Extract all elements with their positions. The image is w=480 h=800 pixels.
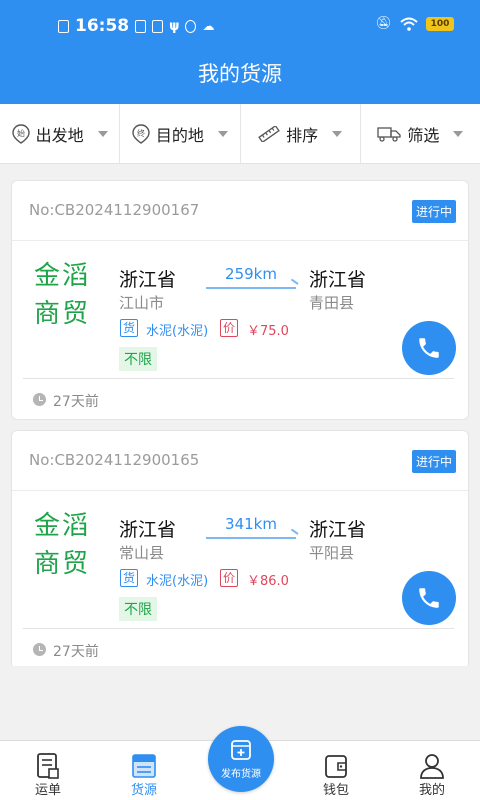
filter-origin-label: 出发地 xyxy=(35,125,84,145)
call-button[interactable] xyxy=(402,571,456,625)
goods-type: 水泥(水泥) xyxy=(146,574,209,589)
goods-tag: 货 xyxy=(120,569,138,587)
company-logo: 金滔 商贸 xyxy=(34,511,91,579)
origin-city: 江山市 xyxy=(119,294,165,312)
filter-screen[interactable]: 筛选 xyxy=(361,104,480,163)
filter-bar: 始 出发地 终 目的地 排序 筛选 xyxy=(0,104,480,164)
origin-city: 常山县 xyxy=(119,544,165,562)
clipboard-icon xyxy=(135,19,147,33)
call-button[interactable] xyxy=(402,321,456,375)
cargo-card[interactable]: No:CB2024112900167 进行中 金滔 商贸 浙江省 江山市 259… xyxy=(11,180,469,420)
tab-waybill[interactable]: 运单 xyxy=(0,741,96,800)
ruler-icon xyxy=(258,125,280,142)
tab-waybill-label: 运单 xyxy=(34,783,61,798)
order-number: No:CB2024112900167 xyxy=(29,201,200,219)
origin-icon: 始 xyxy=(11,123,30,144)
cargo-list[interactable]: No:CB2024112900167 进行中 金滔 商贸 浙江省 江山市 259… xyxy=(0,164,480,666)
filter-destination-label: 目的地 xyxy=(155,125,204,145)
card-footer: 27天前 xyxy=(23,378,454,418)
svg-text:始: 始 xyxy=(17,128,25,138)
route-arrow-icon xyxy=(206,537,296,539)
phone-icon xyxy=(419,338,439,358)
tab-profile[interactable]: 我的 xyxy=(384,741,480,800)
status-bar: 16:58 ψ ☁ 🔕︎ 100 xyxy=(0,0,480,52)
route-distance: 341km xyxy=(225,515,277,533)
status-badge: 进行中 xyxy=(411,200,456,223)
origin-province: 浙江省 xyxy=(119,269,177,291)
tab-cargo-label: 货源 xyxy=(130,783,157,798)
wallet-icon xyxy=(325,755,347,778)
company-logo: 金滔 商贸 xyxy=(34,261,91,329)
page-title: 我的货源 xyxy=(0,52,480,104)
clock-icon xyxy=(33,643,46,656)
destination-icon: 终 xyxy=(132,123,150,144)
goods-type: 水泥(水泥) xyxy=(146,324,209,339)
publish-cargo-button[interactable]: 发布货源 xyxy=(208,726,274,792)
vehicle-limit-badge: 不限 xyxy=(119,597,157,621)
mute-icon: 🔕︎ xyxy=(375,16,392,31)
cargo-icon xyxy=(132,754,156,778)
filter-origin[interactable]: 始 出发地 xyxy=(0,104,121,163)
chevron-down-icon xyxy=(217,130,228,137)
battery-icon: 100 xyxy=(426,16,454,31)
media-icon xyxy=(185,19,197,33)
user-icon xyxy=(420,754,444,779)
route-arrow-icon xyxy=(206,287,296,289)
tab-profile-label: 我的 xyxy=(418,783,445,798)
destination-city: 平阳县 xyxy=(309,544,355,562)
card-header: No:CB2024112900165 进行中 xyxy=(12,431,468,491)
filter-sort-label: 排序 xyxy=(286,125,319,145)
cargo-card[interactable]: No:CB2024112900165 进行中 金滔 商贸 浙江省 常山县 341… xyxy=(11,430,469,666)
origin-province: 浙江省 xyxy=(119,519,177,541)
route-distance: 259km xyxy=(225,265,277,283)
publish-time: 27天前 xyxy=(53,394,99,410)
publish-time: 27天前 xyxy=(53,644,99,660)
vehicle-limit-badge: 不限 xyxy=(119,347,157,371)
price-value: ￥86.0 xyxy=(247,574,289,589)
filter-screen-label: 筛选 xyxy=(407,125,440,145)
add-box-icon xyxy=(231,739,251,760)
destination-province: 浙江省 xyxy=(309,269,367,291)
filter-destination[interactable]: 终 目的地 xyxy=(120,104,241,163)
filter-sort[interactable]: 排序 xyxy=(241,104,361,163)
status-time: 16:58 xyxy=(75,16,130,36)
svg-text:终: 终 xyxy=(137,128,145,138)
tab-wallet[interactable]: 钱包 xyxy=(288,741,384,800)
phone-icon xyxy=(419,588,439,608)
chevron-down-icon xyxy=(332,130,343,137)
price-tag: 价 xyxy=(220,319,238,337)
tab-wallet-label: 钱包 xyxy=(322,783,349,798)
destination-city: 青田县 xyxy=(309,294,355,312)
goods-tag: 货 xyxy=(120,319,138,337)
waybill-icon xyxy=(37,753,59,779)
destination-province: 浙江省 xyxy=(309,519,367,541)
usb-icon: ψ xyxy=(169,18,180,34)
card-footer: 27天前 xyxy=(23,628,454,666)
tab-cargo[interactable]: 货源 xyxy=(96,741,192,800)
order-number: No:CB2024112900165 xyxy=(29,451,200,469)
clock-icon xyxy=(33,393,46,406)
notification-icon xyxy=(58,19,69,33)
status-badge: 进行中 xyxy=(411,450,456,473)
percent-icon xyxy=(152,19,164,33)
wifi-icon xyxy=(400,17,418,31)
truck-icon xyxy=(377,126,402,142)
price-value: ￥75.0 xyxy=(247,324,289,339)
chevron-down-icon xyxy=(97,130,108,137)
card-header: No:CB2024112900167 进行中 xyxy=(12,181,468,241)
cloud-icon: ☁ xyxy=(202,19,215,33)
chevron-down-icon xyxy=(453,130,464,137)
publish-cargo-label: 发布货源 xyxy=(221,768,261,780)
price-tag: 价 xyxy=(220,569,238,587)
